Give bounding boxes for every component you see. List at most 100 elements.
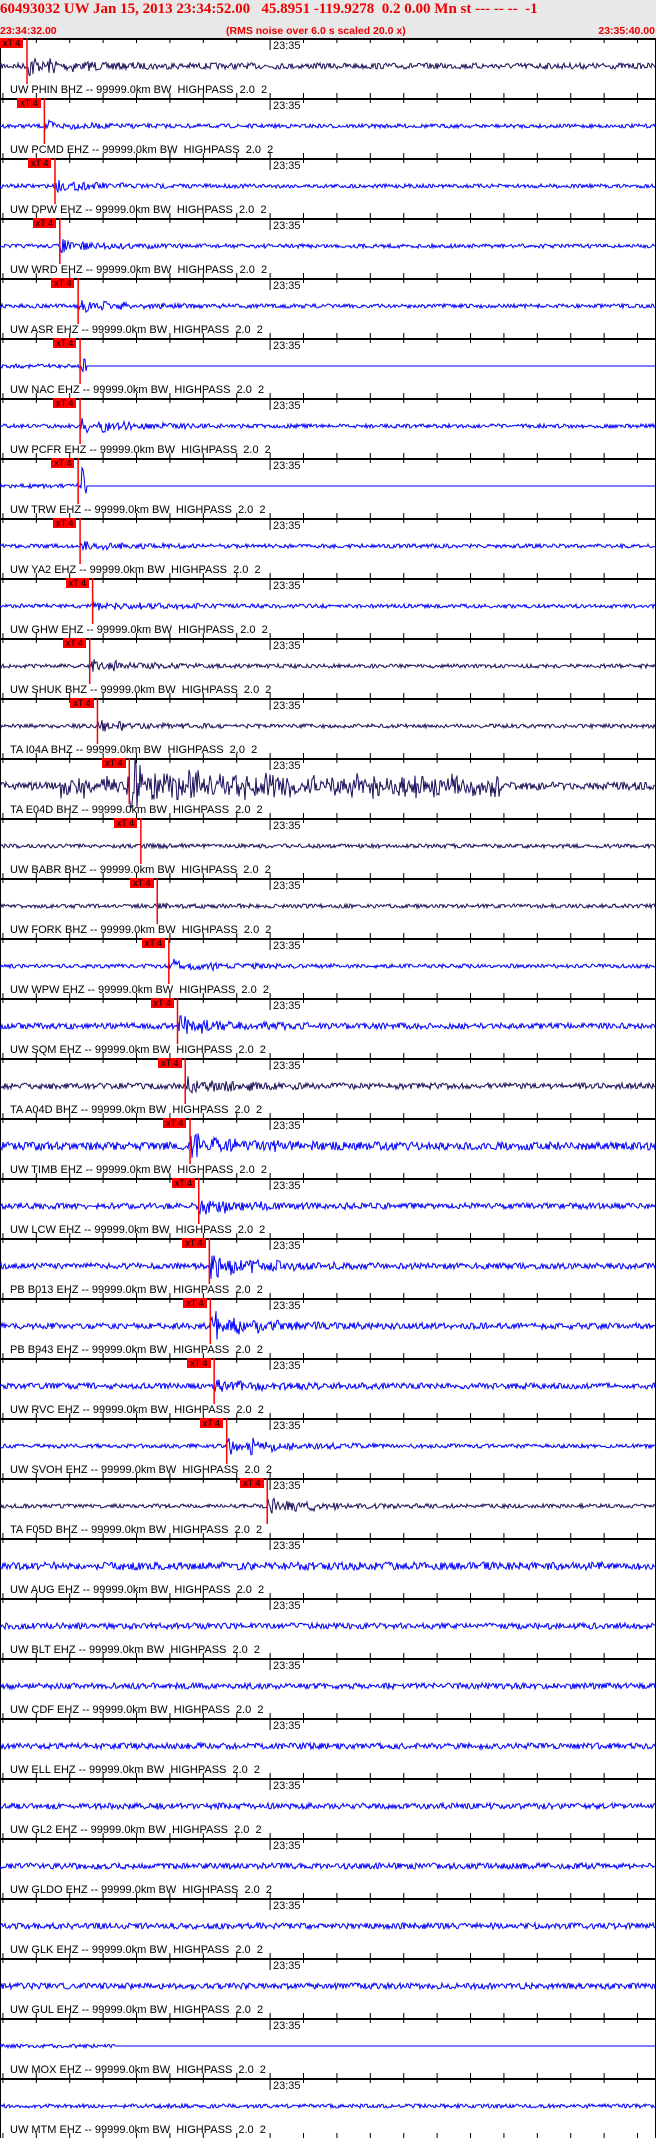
trace-panel: 23:35 UW GLDO EHZ -- 99999.0km BW HIGHPAS…: [0, 1838, 656, 1898]
waveform: [0, 1497, 656, 1514]
trace-panel: 23:35 xT 4 UW SVOH EHZ -- 99999.0km BW HIG…: [0, 1418, 656, 1478]
trace-label: UW BLT EHZ -- 99999.0km BW HIGHPASS 2.0 …: [10, 1644, 261, 1656]
pick-flag: xT 4: [62, 638, 87, 648]
waveform: [0, 1981, 656, 1991]
minute-label: 23:35: [273, 280, 301, 292]
trace-panel: 23:35 xT 4 UW PCMD EHZ -- 99999.0km BW HIG…: [0, 98, 656, 158]
trace-label: UW GUL EHZ -- 99999.0km BW HIGHPASS 2.0 …: [10, 2004, 264, 2016]
trace-panel: 23:35 xT 4 UW SHUK BHZ -- 99999.0km BW HIG…: [0, 638, 656, 698]
trace-panel: 23:35 xT 4 UW WPW EHZ -- 99999.0km BW HIGH…: [0, 938, 656, 998]
pick-flag: xT 4: [130, 878, 154, 888]
trace-panel: 23:35 UW MOX EHZ -- 99999.0km BW HIGHPASS…: [0, 2018, 656, 2078]
trace-panel: 23:35 UW GUL EHZ -- 99999.0km BW HIGHPASS…: [0, 1958, 656, 2018]
trace-label: UW PHIN BHZ -- 99999.0km BW HIGHPASS 2.0…: [10, 84, 268, 96]
trace-panel: 23:35 xT 4 UW LCW EHZ -- 99999.0km BW HIGH…: [0, 1178, 656, 1238]
pick-flag: xT 4: [183, 1298, 207, 1308]
waveform: [0, 417, 656, 434]
pick-flag: xT 4: [141, 938, 166, 948]
trace-panel: 23:35 xT 4 TA I04A BHZ -- 99999.0km BW HIG…: [0, 698, 656, 758]
minute-label: 23:35: [273, 1000, 301, 1012]
waveform: [0, 902, 656, 910]
trace-panel: 23:35 xT 4 TA A04D BHZ -- 99999.0km BW HIG…: [0, 1058, 656, 1118]
trace-panel: 23:35 xT 4 PB B943 EHZ -- 99999.0km BW HIG…: [0, 1298, 656, 1358]
trace-panel: 23:35 xT 4 UW TRW EHZ -- 99999.0km BW HIGH…: [0, 458, 656, 518]
waveform: [0, 239, 656, 254]
pick-flag: xT 4: [171, 1178, 196, 1188]
trace-label: UW AUG EHZ -- 99999.0km BW HIGHPASS 2.0 …: [10, 1584, 265, 1596]
trace-label: UW GLDO EHZ -- 99999.0km BW HIGHPASS 2.0…: [10, 1884, 273, 1896]
minute-label: 23:35: [273, 340, 301, 352]
trace-panel: 23:35 xT 4 TA F05D BHZ -- 99999.0km BW HIG…: [0, 1478, 656, 1538]
minute-label: 23:35: [273, 520, 301, 532]
minute-label: 23:35: [273, 1240, 301, 1252]
waveform: [0, 758, 656, 809]
trace-panel: 23:35 xT 4 UW RVC EHZ -- 99999.0km BW HIGH…: [0, 1358, 656, 1418]
waveform: [0, 1681, 656, 1691]
pick-flag: xT 4: [17, 98, 41, 108]
waveform: [0, 541, 656, 552]
minute-label: 23:35: [273, 640, 301, 652]
waveform: [0, 1861, 656, 1871]
minute-label: 23:35: [273, 1180, 301, 1192]
trace-panel: 23:35 xT 4 UW ASR EHZ -- 99999.0km BW HIGH…: [0, 278, 656, 338]
waveform: [0, 466, 655, 494]
trace-label: UW PCFR EHZ -- 99999.0km BW HIGHPASS 2.0…: [10, 444, 271, 456]
trace-panel: 23:35 xT 4 UW WRD EHZ -- 99999.0km BW HIGH…: [0, 218, 656, 278]
trace-label: UW BABR BHZ -- 99999.0km BW HIGHPASS 2.0…: [10, 864, 271, 876]
trace-label: UW GL2 EHZ -- 99999.0km BW HIGHPASS 2.0 …: [10, 1824, 262, 1836]
trace-panel: 23:35 xT 4 UW SQM EHZ -- 99999.0km BW HIGH…: [0, 998, 656, 1058]
pick-flag: xT 4: [240, 1478, 264, 1488]
pick-flag: xT 4: [51, 278, 75, 288]
trace-label: UW MTM EHZ -- 99999.0km BW HIGHPASS 2.0 …: [10, 2124, 266, 2136]
pick-flag: xT 4: [51, 458, 75, 468]
waveform: [0, 841, 656, 850]
minute-label: 23:35: [273, 1780, 301, 1792]
minute-label: 23:35: [273, 1300, 301, 1312]
trace-label: PB B013 EHZ -- 99999.0km BW HIGHPASS 2.0…: [10, 1284, 263, 1296]
waveform: [0, 1921, 656, 1931]
minute-label: 23:35: [273, 1480, 301, 1492]
pick-flag: xT 4: [53, 338, 77, 348]
trace-label: UW LCW EHZ -- 99999.0km BW HIGHPASS 2.0 …: [10, 1224, 266, 1236]
waveform: [0, 1437, 656, 1456]
trace-label: UW RVC EHZ -- 99999.0km BW HIGHPASS 2.0 …: [10, 1404, 264, 1416]
minute-label: 23:35: [273, 1420, 301, 1432]
pick-flag: xT 4: [150, 998, 174, 1008]
waveform: [0, 1015, 656, 1035]
trace-label: UW WPW EHZ -- 99999.0km BW HIGHPASS 2.0 …: [10, 984, 269, 996]
trace-panel: 23:35 xT 4 UW YA2 EHZ -- 99999.0km BW HIGH…: [0, 518, 656, 578]
pick-flag: xT 4: [182, 1238, 206, 1248]
minute-label: 23:35: [273, 580, 301, 592]
minute-label: 23:35: [273, 220, 301, 232]
waveform: [0, 358, 655, 374]
trace-label: UW PCMD EHZ -- 99999.0km BW HIGHPASS 2.0…: [10, 144, 274, 156]
pick-flag: xT 4: [53, 518, 77, 528]
minute-label: 23:35: [273, 700, 301, 712]
waveform: [0, 2102, 656, 2110]
waveform: [0, 1311, 656, 1340]
trace-label: PB B943 EHZ -- 99999.0km BW HIGHPASS 2.0…: [10, 1344, 263, 1356]
pick-flag: xT 4: [158, 1058, 182, 1068]
trace-label: TA E04D BHZ -- 99999.0km BW HIGHPASS 2.0…: [10, 804, 263, 816]
pick-flag: xT 4: [163, 1118, 187, 1128]
trace-label: UW SHUK BHZ -- 99999.0km BW HIGHPASS 2.0…: [10, 684, 272, 696]
trace-panel: 23:35 UW GLK EHZ -- 99999.0km BW HIGHPASS…: [0, 1898, 656, 1958]
minute-label: 23:35: [273, 400, 301, 412]
pick-flag: xT 4: [113, 818, 138, 828]
minute-label: 23:35: [273, 2020, 301, 2032]
minute-label: 23:35: [273, 760, 301, 772]
minute-label: 23:35: [273, 1840, 301, 1852]
pick-flag: xT 4: [199, 1418, 224, 1428]
trace-label: TA I04A BHZ -- 99999.0km BW HIGHPASS 2.0…: [10, 744, 258, 756]
plot-header: 60493032 UW Jan 15, 2013 23:34:52.00 45.…: [0, 0, 656, 38]
waveform: [0, 1741, 656, 1751]
trace-label: UW ASR EHZ -- 99999.0km BW HIGHPASS 2.0 …: [10, 324, 263, 336]
trace-label: UW SQM EHZ -- 99999.0km BW HIGHPASS 2.0 …: [10, 1044, 266, 1056]
pick-flag: xT 4: [27, 158, 52, 168]
trace-panel: 23:35 UW AUG EHZ -- 99999.0km BW HIGHPASS…: [0, 1538, 656, 1598]
trace-label: UW MOX EHZ -- 99999.0km BW HIGHPASS 2.0 …: [10, 2064, 266, 2076]
seismogram-panels: 23:35 xT 4 UW PHIN BHZ -- 99999.0km BW HIG…: [0, 38, 656, 2138]
trace-panel: 23:35 xT 4 UW FORK BHZ -- 99999.0km BW HIG…: [0, 878, 656, 938]
minute-label: 23:35: [273, 1660, 301, 1672]
waveform: [0, 1200, 656, 1216]
